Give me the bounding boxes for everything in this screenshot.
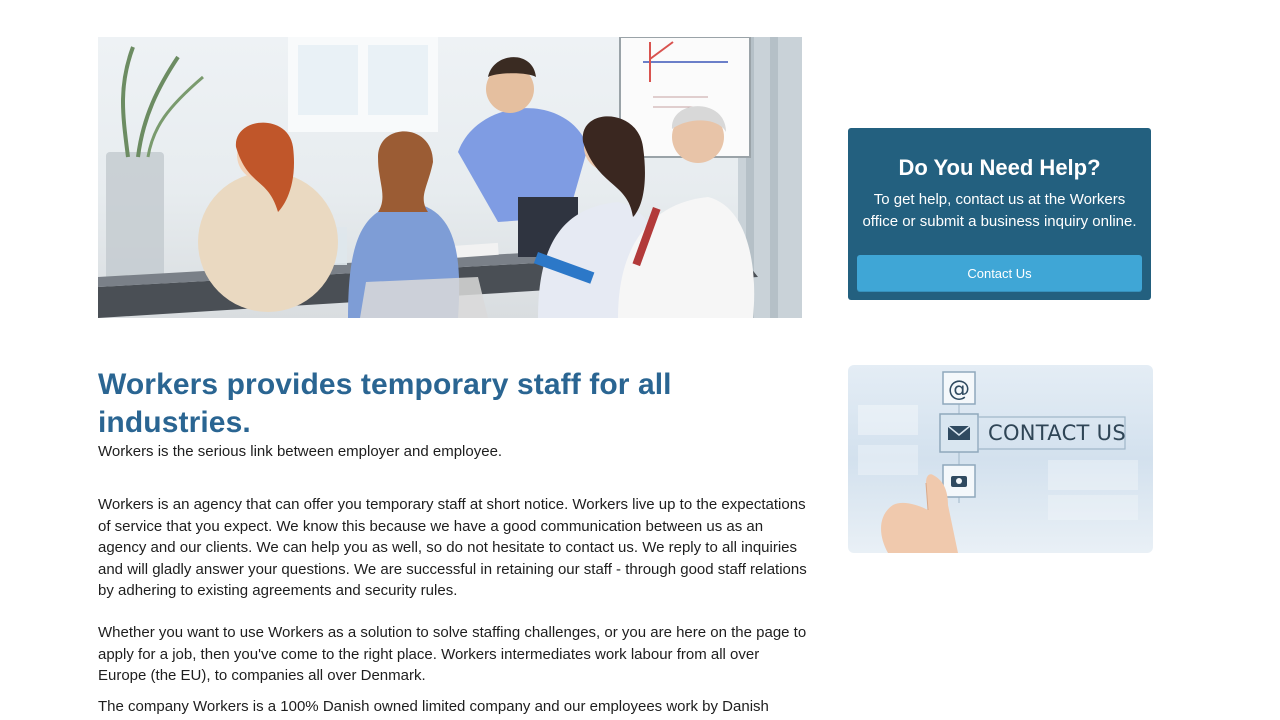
contact-us-label: CONTACT US: [988, 421, 1126, 445]
at-sign-icon: @: [942, 371, 976, 405]
solution-paragraph: Whether you want to use Workers as a sol…: [98, 624, 807, 684]
body-paragraph: Workers is an agency that can offer you …: [98, 496, 807, 599]
help-box: Do You Need Help? To get help, contact u…: [848, 128, 1151, 300]
hero-image: [98, 37, 802, 318]
contact-us-image[interactable]: @ CONTACT US: [848, 365, 1153, 553]
contact-us-button[interactable]: Contact Us: [857, 255, 1142, 292]
help-text: To get help, contact us at the Workers o…: [862, 191, 1137, 230]
help-title: Do You Need Help?: [898, 155, 1101, 180]
phone-icon: [942, 464, 976, 498]
svg-text:@: @: [948, 377, 970, 402]
company-paragraph: The company Workers is a 100% Danish own…: [98, 698, 769, 715]
page: Workers provides temporary staff for all…: [0, 0, 1280, 720]
page-headline: Workers provides temporary staff for all…: [98, 368, 672, 439]
contact-illustration: @: [858, 371, 1138, 553]
envelope-icon: [939, 413, 979, 453]
intro-paragraph: Workers is the serious link between empl…: [98, 443, 503, 460]
meeting-illustration: [98, 37, 802, 318]
